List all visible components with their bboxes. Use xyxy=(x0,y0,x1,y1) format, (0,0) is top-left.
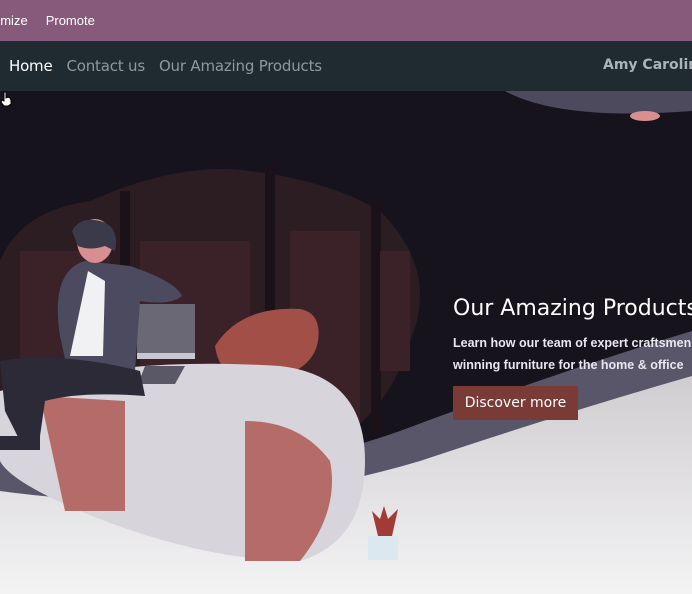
plant-pot xyxy=(368,536,398,560)
nav-home[interactable]: Home xyxy=(9,57,53,75)
nav-contact-us[interactable]: Contact us xyxy=(67,57,146,75)
customize-menu[interactable]: omize xyxy=(0,13,28,28)
discover-more-button[interactable]: Discover more xyxy=(453,386,578,420)
hero-title: Our Amazing Products xyxy=(453,296,692,321)
nav-links: Home Contact us Our Amazing Products xyxy=(9,57,336,75)
promote-menu[interactable]: Promote xyxy=(46,13,95,28)
hero-section: Our Amazing Products Learn how our team … xyxy=(0,91,692,594)
top-toolbar: omize Promote xyxy=(0,0,692,41)
site-navbar: Home Contact us Our Amazing Products Amy… xyxy=(0,41,692,91)
user-menu[interactable]: Amy Caroline xyxy=(603,57,692,73)
hero-subtitle-line: Learn how our team of expert craftsmen xyxy=(453,336,692,350)
person-shoe xyxy=(0,436,40,450)
monitor xyxy=(137,304,195,359)
hero-subtitle-line: winning furniture for the home & office xyxy=(453,358,684,372)
hand-cursor-icon xyxy=(0,91,12,107)
nav-products[interactable]: Our Amazing Products xyxy=(159,57,322,75)
floating-hand xyxy=(630,111,660,121)
hero-subtitle: Learn how our team of expert craftsmen w… xyxy=(453,332,691,376)
